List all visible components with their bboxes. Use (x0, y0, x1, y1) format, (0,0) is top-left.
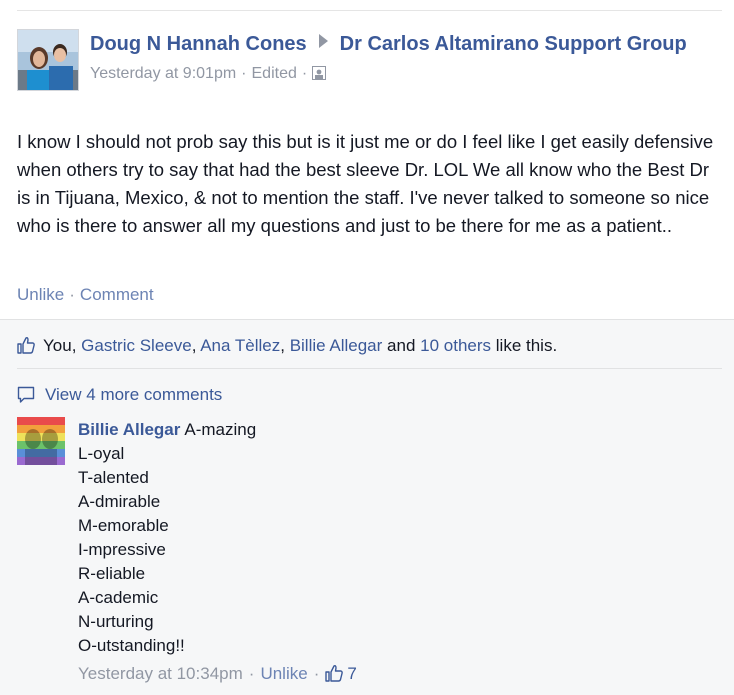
edited-label[interactable]: Edited (252, 65, 297, 82)
post-actions: Unlike · Comment (17, 284, 154, 306)
comment-line: L-oyal (78, 444, 125, 463)
comment-timestamp[interactable]: Yesterday at 10:34pm (78, 664, 243, 683)
view-more-comments-label: View 4 more comments (45, 385, 223, 404)
liker-link[interactable]: Gastric Sleeve (81, 336, 192, 355)
post-meta: Yesterday at 9:01pm · Edited · (90, 64, 690, 86)
like-count-value: 7 (347, 664, 357, 683)
comment-line: N-urturing (78, 612, 154, 631)
liker-link[interactable]: Billie Allegar (290, 336, 383, 355)
comment-line: A-cademic (78, 588, 159, 607)
comment-bubble-icon (17, 386, 35, 411)
comment-author-link[interactable]: Billie Allegar (78, 420, 180, 439)
author-avatar[interactable] (17, 29, 79, 91)
likes-suffix: like this. (495, 336, 558, 355)
comment-line: I-mpressive (78, 540, 166, 559)
author-avatar-photo (18, 30, 78, 90)
likes-and: and (387, 336, 416, 355)
triangle-right-icon (318, 34, 328, 48)
meta-separator: · (301, 65, 308, 82)
top-divider (17, 10, 722, 11)
post-body: I know I should not prob say this but is… (17, 131, 714, 236)
likes-others-link[interactable]: 10 others (420, 336, 491, 355)
comment-line: R-eliable (78, 564, 146, 583)
meta-separator: · (241, 65, 247, 82)
likes-summary: You, Gastric Sleeve, Ana Tèllez, Billie … (17, 334, 557, 361)
meta-separator: · (313, 664, 320, 683)
commenter-avatar-photo (17, 417, 65, 465)
thumbs-up-icon (17, 336, 35, 361)
group-audience-icon[interactable] (312, 66, 327, 86)
comment-like-count[interactable]: 7 (325, 664, 357, 683)
comment-line: O-utstanding!! (78, 636, 185, 655)
feedback-divider (17, 368, 722, 369)
comment-unlike-link[interactable]: Unlike (260, 664, 307, 683)
unlike-link[interactable]: Unlike (17, 285, 64, 304)
action-separator: · (69, 285, 75, 304)
post-title: Doug N Hannah Cones Dr Carlos Altamirano … (90, 30, 690, 58)
post-header: Doug N Hannah Cones Dr Carlos Altamirano … (90, 30, 690, 86)
meta-separator: · (248, 664, 255, 683)
comment-text: A-mazing (184, 420, 257, 439)
comment-line: A-dmirable (78, 492, 161, 511)
group-name-link[interactable]: Dr Carlos Altamirano Support Group (340, 33, 687, 55)
liker-link[interactable]: Ana Tèllez (200, 336, 280, 355)
post-timestamp[interactable]: Yesterday at 9:01pm (90, 65, 236, 82)
author-name-link[interactable]: Doug N Hannah Cones (90, 33, 307, 55)
comment-line: T-alented (78, 468, 149, 487)
comment-line: M-emorable (78, 516, 169, 535)
commenter-avatar[interactable] (17, 417, 65, 465)
comment-meta: Yesterday at 10:34pm · Unlike · 7 (78, 662, 678, 689)
feedback-section: You, Gastric Sleeve, Ana Tèllez, Billie … (0, 319, 734, 695)
comment: Billie Allegar A-mazing L-oyal T-alented … (78, 418, 678, 689)
thumbs-up-icon (325, 664, 344, 689)
comment-link[interactable]: Comment (80, 285, 154, 304)
likes-you: You, (43, 336, 77, 355)
view-more-comments[interactable]: View 4 more comments (17, 383, 222, 411)
